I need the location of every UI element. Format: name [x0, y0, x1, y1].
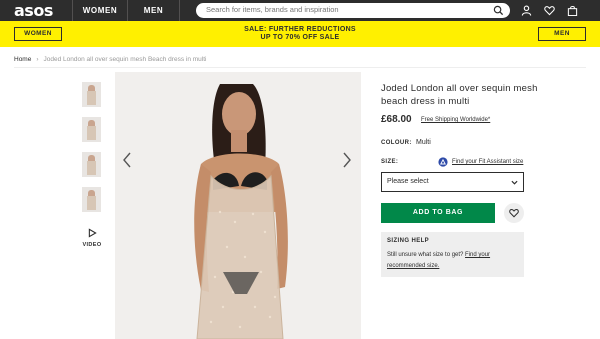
fit-assistant-link[interactable]: Find your Fit Assistant size [452, 159, 523, 165]
sizing-help-text: Still unsure what size to get? Find your… [387, 250, 519, 272]
size-label: SIZE: [381, 159, 399, 165]
breadcrumb-separator: › [36, 56, 39, 63]
search-input[interactable]: Search for items, brands and inspiration [206, 5, 339, 14]
fit-assistant-icon[interactable] [438, 157, 448, 167]
account-icon[interactable] [521, 5, 532, 16]
previous-image-arrow[interactable] [121, 151, 133, 169]
thumbnail-3[interactable] [82, 152, 101, 177]
thumbnail-1[interactable] [82, 82, 101, 107]
size-dropdown-value: Please select [387, 178, 429, 185]
product-title: Joded London all over sequin mesh beach … [381, 83, 538, 107]
heart-icon[interactable] [544, 5, 555, 16]
product-main-image [115, 72, 361, 339]
search-bar[interactable]: Search for items, brands and inspiration [196, 3, 510, 18]
save-for-later-button[interactable] [504, 203, 524, 223]
colour-value: Multi [416, 139, 431, 146]
banner-line-1: SALE: FURTHER REDUCTIONS [244, 26, 356, 33]
sizing-help-question: Still unsure what size to get? [387, 252, 464, 258]
size-dropdown[interactable]: Please select [381, 172, 524, 192]
next-image-arrow[interactable] [341, 151, 353, 169]
product-photo [115, 72, 361, 339]
add-to-bag-button[interactable]: ADD TO BAG [381, 203, 495, 223]
product-price: £68.00 [381, 114, 412, 125]
video-label[interactable]: VIDEO [82, 242, 102, 248]
heart-icon [509, 208, 519, 218]
search-icon[interactable] [493, 5, 504, 16]
banner-line-2: UP TO 70% OFF SALE [260, 34, 340, 41]
sizing-help-title: SIZING HELP [387, 238, 430, 244]
breadcrumb-home[interactable]: Home [14, 56, 31, 63]
top-navigation-bar: asos WOMEN MEN Search for items, brands … [0, 0, 600, 21]
thumbnail-2[interactable] [82, 117, 101, 142]
asos-logo[interactable]: asos [14, 1, 53, 20]
thumbnail-4[interactable] [82, 187, 101, 212]
play-icon[interactable] [88, 228, 97, 238]
nav-tab-men[interactable]: MEN [128, 0, 180, 21]
sale-banner[interactable]: WOMEN SALE: FURTHER REDUCTIONS UP TO 70%… [0, 21, 600, 47]
banner-message: SALE: FURTHER REDUCTIONS UP TO 70% OFF S… [200, 26, 400, 42]
sizing-help-box: SIZING HELP Still unsure what size to ge… [381, 232, 524, 277]
breadcrumb-current: Joded London all over sequin mesh Beach … [43, 56, 207, 63]
banner-men-button[interactable]: MEN [538, 27, 586, 41]
chevron-down-icon [511, 180, 518, 185]
free-shipping-link[interactable]: Free Shipping Worldwide* [421, 117, 490, 123]
breadcrumb: Home › Joded London all over sequin mesh B… [14, 56, 206, 63]
colour-label: COLOUR: [381, 140, 412, 146]
nav-tab-women[interactable]: WOMEN [72, 0, 128, 21]
bag-icon[interactable] [567, 5, 578, 16]
banner-women-button[interactable]: WOMEN [14, 27, 62, 41]
divider [14, 67, 586, 68]
